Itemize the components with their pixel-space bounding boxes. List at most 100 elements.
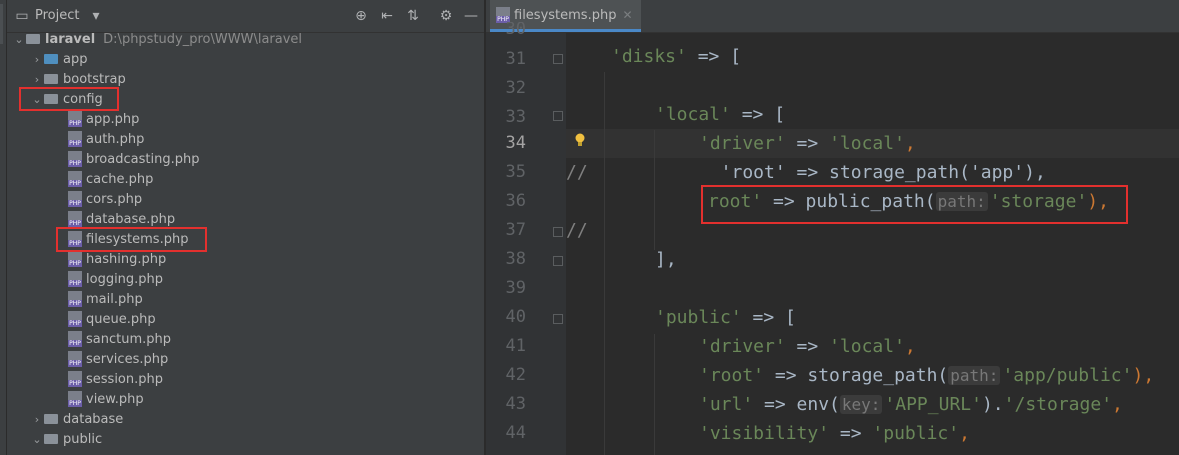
tree-item-database[interactable]: › database	[30, 410, 123, 430]
close-icon[interactable]: ✕	[622, 8, 632, 22]
tree-root[interactable]: ⌄ laravel D:\phpstudy_pro\WWW\laravel	[12, 30, 302, 50]
code-token: => storage_path(	[764, 365, 949, 386]
line-number: 37	[505, 220, 526, 240]
fold-marker[interactable]	[553, 314, 563, 324]
php-file-icon	[68, 370, 82, 387]
string-token: '/storage'	[1003, 394, 1113, 415]
string-token: 'disks'	[611, 46, 687, 67]
php-file-icon	[68, 150, 82, 167]
code-token: => [	[730, 104, 786, 125]
php-file-icon	[68, 130, 82, 147]
code-line-34[interactable]: 'driver' => 'local',	[699, 129, 916, 158]
minimize-icon[interactable]: —	[462, 7, 480, 25]
comment-token: //	[566, 220, 588, 241]
project-tool-tab[interactable]	[0, 4, 3, 44]
tree-item-label: view.php	[86, 392, 144, 407]
code-editor[interactable]: filesystems.php✕ 30 31 32 33 34 35 36 37…	[486, 0, 1179, 455]
code-line-40[interactable]: 'public' => [	[655, 303, 796, 332]
target-icon[interactable]: ⊕	[352, 7, 370, 25]
left-tool-strip	[0, 0, 7, 455]
tree-file[interactable]: hashing.php	[68, 250, 166, 270]
chevron-right-icon[interactable]: ›	[30, 50, 44, 70]
code-line-43[interactable]: 'url' => env(key: 'APP_URL').'/storage',	[699, 390, 1123, 419]
line-number: 44	[505, 423, 526, 443]
tree-file[interactable]: auth.php	[68, 130, 144, 150]
dropdown-arrow-icon[interactable]: ▾	[87, 7, 105, 25]
tree-item-label: bootstrap	[63, 72, 126, 87]
tree-file[interactable]: cache.php	[68, 170, 153, 190]
tree-file[interactable]: logging.php	[68, 270, 163, 290]
code-line-42[interactable]: 'root' => storage_path(path:'app/public'…	[699, 361, 1154, 390]
editor-tab-bar: filesystems.php ✕	[486, 0, 1179, 33]
code-line-35[interactable]: //	[566, 158, 588, 187]
code-line-33[interactable]: 'local' => [	[655, 100, 785, 129]
fold-marker[interactable]	[553, 227, 563, 237]
code-line-37[interactable]: //	[566, 216, 588, 245]
fold-marker[interactable]	[553, 54, 563, 64]
string-token: 'driver'	[699, 133, 786, 154]
tree-file[interactable]: session.php	[68, 370, 163, 390]
tree-item-label: app.php	[86, 112, 140, 127]
code-line-35-body[interactable]: 'root' => storage_path('app'),	[699, 158, 1046, 187]
fold-marker[interactable]	[553, 256, 563, 266]
filesystems-highlight-box	[56, 227, 207, 252]
parameter-hint: key:	[839, 395, 883, 414]
indent-guide	[654, 130, 655, 250]
php-file-icon	[68, 250, 82, 267]
php-file-icon	[68, 270, 82, 287]
code-token: => [	[686, 46, 742, 67]
code-line-41[interactable]: 'driver' => 'local',	[699, 332, 916, 361]
tree-item-public[interactable]: ⌄ public	[30, 430, 102, 450]
line-number: 39	[505, 278, 526, 298]
fold-marker[interactable]	[553, 111, 563, 121]
line-number: 40	[505, 307, 526, 327]
php-file-icon	[68, 210, 82, 227]
chevron-down-icon[interactable]: ⌄	[30, 430, 44, 450]
expand-all-icon[interactable]: ⇅	[404, 7, 422, 25]
folder-icon	[26, 33, 40, 44]
tree-file[interactable]: cors.php	[68, 190, 142, 210]
php-file-icon	[68, 190, 82, 207]
code-line-44[interactable]: 'visibility' => 'public',	[699, 419, 970, 448]
php-file-icon	[68, 330, 82, 347]
chevron-right-icon[interactable]: ›	[30, 410, 44, 430]
code-token: => [	[741, 307, 796, 328]
project-title[interactable]: Project	[35, 8, 79, 23]
tree-file[interactable]: view.php	[68, 390, 144, 410]
string-token: 'local'	[655, 104, 731, 125]
code-line-38[interactable]: ],	[655, 245, 677, 274]
php-file-icon	[496, 6, 510, 23]
indent-guide	[604, 72, 605, 455]
php-file-icon	[68, 170, 82, 187]
tree-file[interactable]: queue.php	[68, 310, 156, 330]
code-line-31[interactable]: 'disks' => [	[611, 42, 741, 71]
code-token: ).	[981, 394, 1004, 415]
tree-file[interactable]: services.php	[68, 350, 168, 370]
string-token: 'public'	[655, 307, 742, 328]
string-token: 'APP_URL'	[884, 394, 982, 415]
tree-file[interactable]: mail.php	[68, 290, 143, 310]
tree-file[interactable]: app.php	[68, 110, 139, 130]
punct-token: ,	[1112, 394, 1123, 415]
project-icon: ▭	[15, 8, 29, 24]
code-token: =>	[785, 133, 830, 154]
tree-file[interactable]: sanctum.php	[68, 330, 171, 350]
collapse-all-icon[interactable]: ⇤	[378, 7, 396, 25]
tree-item-label: broadcasting.php	[86, 152, 200, 167]
code-highlight-box	[701, 185, 1128, 224]
folder-icon	[44, 413, 58, 424]
string-token: 'local'	[829, 336, 905, 357]
gear-icon[interactable]: ⚙	[437, 7, 455, 25]
lightbulb-icon[interactable]	[575, 133, 585, 147]
tree-item-label: cors.php	[86, 192, 143, 207]
line-number: 33	[505, 107, 526, 127]
php-file-icon	[68, 350, 82, 367]
tree-file[interactable]: broadcasting.php	[68, 150, 199, 170]
code-token: 'root' => storage_path('app'),	[699, 162, 1046, 183]
php-file-icon	[68, 290, 82, 307]
string-token: 'public'	[872, 423, 960, 444]
tree-item-app[interactable]: › app	[30, 50, 88, 70]
tree-item-label: hashing.php	[86, 252, 167, 267]
line-number-current: 34	[505, 133, 526, 153]
chevron-down-icon[interactable]: ⌄	[12, 30, 26, 50]
